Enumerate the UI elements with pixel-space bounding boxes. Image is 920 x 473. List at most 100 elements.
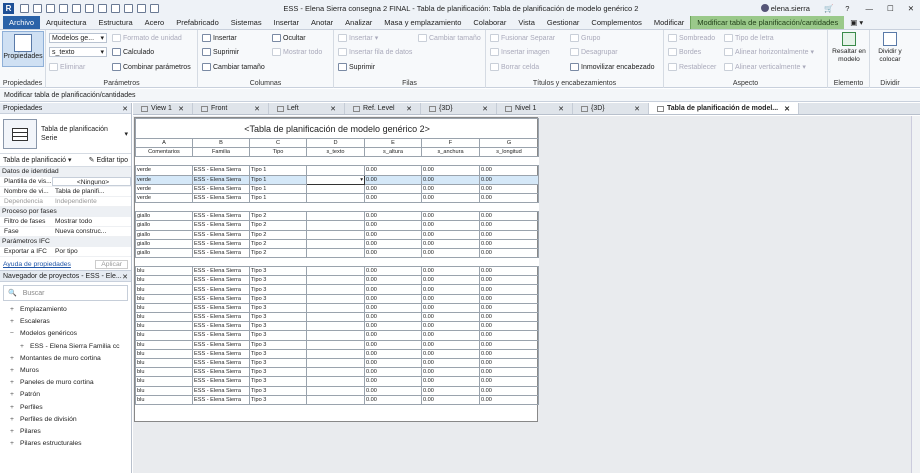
s-longitud-cell[interactable]: 0.00 [478,357,540,369]
tab-insertar[interactable]: Insertar [268,16,305,29]
property-row[interactable]: Exportar a IFC Por tipo [0,247,131,257]
s-altura-cell[interactable]: 0.00 [364,183,422,194]
s-texto-cell[interactable] [306,238,365,249]
close-icon[interactable]: ✕ [122,105,128,113]
close-icon[interactable]: ✕ [122,273,128,281]
s-altura-cell[interactable]: 0.00 [364,220,422,231]
s-anchura-cell[interactable]: 0.00 [421,385,480,396]
col-suprimir-button[interactable]: Suprimir [202,48,239,56]
type-cell[interactable]: Tipo 3 [249,311,307,323]
type-cell[interactable]: Tipo 2 [249,220,307,231]
s-altura-cell[interactable]: 0.00 [364,211,422,222]
column-letter[interactable]: A [135,137,193,149]
view-tab[interactable]: {3D} ✕ [573,103,649,114]
s-texto-cell[interactable] [306,192,365,204]
s-altura-cell[interactable]: 0.00 [364,247,422,259]
property-row[interactable]: Dependencia Independiente [0,197,131,207]
s-anchura-cell[interactable]: 0.00 [421,247,480,259]
comment-cell[interactable]: verde [135,192,193,204]
s-texto-cell[interactable] [306,275,365,286]
property-value[interactable]: <Ninguno> [52,177,131,186]
comment-cell[interactable]: giallo [135,238,193,249]
s-anchura-cell[interactable]: 0.00 [421,339,480,350]
s-longitud-cell[interactable]: 0.00 [478,376,540,387]
type-cell[interactable]: Tipo 3 [249,293,307,304]
browser-item[interactable]: + Paneles de muro cortina [6,377,131,389]
s-longitud-cell[interactable]: 0.00 [478,192,540,204]
s-anchura-cell[interactable]: 0.00 [421,302,480,314]
s-longitud-cell[interactable]: 0.00 [478,275,540,286]
undo-icon[interactable] [59,3,68,13]
calculado-button[interactable]: Calculado [112,48,154,56]
table-row[interactable]: verde ESS - Elena Sierra Tipo 1 0.00 0.00 0.0… [135,165,540,176]
cart-icon[interactable]: 🛒 [824,4,833,13]
s-longitud-cell[interactable]: 0.00 [478,385,540,396]
expand-icon[interactable]: + [10,391,14,398]
expand-icon[interactable]: + [20,343,24,350]
instance-selector[interactable]: Tabla de planificació ▾ [3,156,72,164]
type-cell[interactable]: Tipo 1 [249,192,307,204]
comment-cell[interactable]: blu [135,321,193,332]
help-link[interactable]: Ayuda de propiedades [3,261,71,268]
type-cell[interactable]: Tipo 2 [249,229,307,240]
family-cell[interactable]: ESS - Elena Sierra [192,165,250,176]
family-cell[interactable]: ESS - Elena Sierra [192,247,250,259]
type-cell[interactable]: Tipo 3 [249,394,307,405]
column-header[interactable]: s_anchura [421,147,480,158]
table-row[interactable]: verde ESS - Elena Sierra Tipo 1 ▾ 0.00 0.00 0.… [135,174,540,185]
browser-item[interactable]: + Pilares estructurales [6,438,131,450]
comment-cell[interactable]: giallo [135,211,193,222]
s-altura-cell[interactable]: 0.00 [364,266,422,277]
type-cell[interactable]: Tipo 3 [249,330,307,341]
type-cell[interactable]: Tipo 1 [249,165,307,176]
s-altura-cell[interactable]: 0.00 [364,348,422,359]
s-longitud-cell[interactable]: 0.00 [478,183,540,194]
comment-cell[interactable]: blu [135,275,193,286]
comment-cell[interactable]: blu [135,284,193,295]
desagrupar-button[interactable]: Desagrupar [570,48,618,56]
family-cell[interactable]: ESS - Elena Sierra [192,284,250,295]
table-row[interactable]: giallo ESS - Elena Sierra Tipo 2 0.00 0.00 0.… [135,220,540,231]
property-row[interactable]: Fase Nueva construc... [0,227,131,237]
s-texto-cell[interactable] [306,394,365,405]
tab-modificar[interactable]: Modificar [648,16,690,29]
borrar-celda-button[interactable]: Borrar celda [490,63,539,71]
s-longitud-cell[interactable]: 0.00 [478,321,540,332]
s-altura-cell[interactable]: 0.00 [364,376,422,387]
s-altura-cell[interactable]: 0.00 [364,275,422,286]
comment-cell[interactable]: giallo [135,247,193,259]
redo-icon[interactable] [72,3,81,13]
column-letter[interactable]: E [364,137,422,149]
col-insertar-button[interactable]: Insertar [202,34,237,42]
table-row[interactable]: blu ESS - Elena Sierra Tipo 3 0.00 0.00 0.00 [135,357,540,369]
column-letter[interactable]: F [421,137,480,149]
s-anchura-cell[interactable]: 0.00 [421,357,480,369]
column-letter[interactable]: D [306,137,365,149]
s-altura-cell[interactable]: 0.00 [364,394,422,405]
print-icon[interactable] [85,3,94,13]
s-texto-cell[interactable] [306,220,365,231]
s-longitud-cell[interactable]: 0.00 [478,330,540,341]
expand-icon[interactable]: + [10,416,14,423]
sync-icon[interactable] [46,3,55,13]
type-cell[interactable]: Tipo 2 [249,211,307,222]
tab-archivo[interactable]: Archivo [3,16,41,29]
s-anchura-cell[interactable]: 0.00 [421,183,480,194]
comment-cell[interactable]: blu [135,367,193,378]
browser-item[interactable]: + Perfiles de división [6,414,131,426]
s-longitud-cell[interactable]: 0.00 [478,339,540,350]
table-row[interactable]: blu ESS - Elena Sierra Tipo 3 0.00 0.00 0.00 [135,302,540,314]
s-anchura-cell[interactable]: 0.00 [421,211,480,222]
comment-cell[interactable]: blu [135,394,193,405]
row-insertar-datos-button[interactable]: Insertar fila de datos [338,48,412,56]
expand-icon[interactable]: + [10,306,14,313]
table-row[interactable]: blu ESS - Elena Sierra Tipo 3 0.00 0.00 0.00 [135,385,540,396]
s-anchura-cell[interactable]: 0.00 [421,266,480,277]
family-cell[interactable]: ESS - Elena Sierra [192,183,250,194]
family-cell[interactable]: ESS - Elena Sierra [192,394,250,405]
comment-cell[interactable]: blu [135,330,193,341]
table-row[interactable]: blu ESS - Elena Sierra Tipo 3 0.00 0.00 0.00 [135,394,540,405]
type-cell[interactable]: Tipo 3 [249,348,307,359]
s-altura-cell[interactable]: 0.00 [364,321,422,332]
property-section[interactable]: Datos de identidad [0,167,131,177]
